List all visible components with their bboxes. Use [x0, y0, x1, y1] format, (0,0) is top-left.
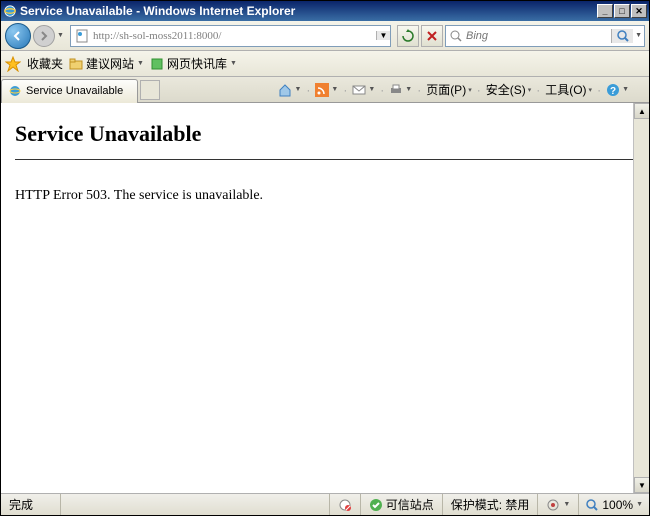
fav-suggested-sites[interactable]: 建议网站 ▼ — [69, 55, 144, 72]
trusted-check-icon — [369, 498, 383, 512]
help-icon: ? — [606, 83, 620, 97]
search-dropdown[interactable]: ▼ — [633, 32, 644, 39]
status-privacy[interactable]: ▼ — [538, 494, 579, 515]
window-titlebar: Service Unavailable - Windows Internet E… — [1, 1, 649, 21]
url-input[interactable] — [93, 30, 376, 42]
page-icon — [74, 28, 90, 44]
page-divider — [15, 159, 635, 160]
ie-page-icon — [8, 84, 22, 98]
magnifier-icon — [616, 29, 630, 43]
fav-item-label: 网页快讯库 — [167, 55, 227, 72]
mail-icon — [352, 83, 366, 97]
scroll-down-button[interactable]: ▼ — [634, 477, 649, 493]
refresh-icon — [401, 29, 415, 43]
arrow-left-icon — [12, 30, 24, 42]
search-input[interactable] — [466, 30, 611, 42]
status-bar: 完成 可信站点 保护模式: 禁用 ▼ 100% ▼ — [1, 493, 649, 515]
folder-icon — [69, 57, 83, 71]
svg-text:?: ? — [610, 86, 616, 97]
navigation-bar: ▼ ▼ ▼ — [1, 21, 649, 51]
favorites-bar: 收藏夹 建议网站 ▼ 网页快讯库 ▼ — [1, 51, 649, 77]
close-button[interactable]: ✕ — [631, 4, 647, 18]
page-menu[interactable]: 页面(P)▾ — [424, 80, 474, 99]
ie-logo-icon — [3, 4, 17, 18]
url-dropdown[interactable]: ▼ — [376, 31, 390, 40]
navhistory-dropdown[interactable]: ▼ — [57, 32, 64, 39]
favorites-label[interactable]: 收藏夹 — [27, 55, 63, 72]
status-popup-blocker[interactable] — [330, 494, 361, 515]
forward-button[interactable] — [33, 25, 55, 47]
status-protected-mode[interactable]: 保护模式: 禁用 — [443, 494, 539, 515]
globe-blocked-icon — [338, 498, 352, 512]
privacy-icon — [546, 498, 560, 512]
search-provider-icon — [449, 29, 463, 43]
status-spacer — [61, 494, 330, 515]
minimize-button[interactable]: _ — [597, 4, 613, 18]
print-button[interactable]: ▼ — [387, 82, 414, 98]
zoom-value: 100% — [602, 498, 633, 512]
arrow-right-icon — [38, 30, 50, 42]
error-message: HTTP Error 503. The service is unavailab… — [15, 188, 635, 204]
status-trusted-sites[interactable]: 可信站点 — [361, 494, 443, 515]
stop-icon — [425, 29, 439, 43]
content-area: Service Unavailable HTTP Error 503. The … — [1, 103, 649, 493]
command-bar: ▼ · ▼ · ▼ · ▼ · 页面(P)▾ · 安全(S)▾ · 工具(O)▾… — [276, 80, 649, 99]
tools-menu[interactable]: 工具(O)▾ — [543, 80, 594, 99]
scroll-up-button[interactable]: ▲ — [634, 103, 649, 119]
status-done: 完成 — [1, 494, 61, 515]
address-bar[interactable]: ▼ — [70, 25, 391, 47]
favorites-star-icon[interactable] — [5, 56, 21, 72]
help-button[interactable]: ?▼ — [604, 82, 631, 98]
status-protected-label: 保护模式: 禁用 — [451, 496, 530, 513]
tab-active[interactable]: Service Unavailable — [1, 79, 138, 103]
fav-item-label: 建议网站 — [86, 55, 134, 72]
search-go-button[interactable] — [611, 29, 633, 43]
home-button[interactable]: ▼ — [276, 82, 303, 98]
maximize-button[interactable]: □ — [614, 4, 630, 18]
window-title: Service Unavailable - Windows Internet E… — [20, 4, 597, 18]
new-tab-button[interactable] — [140, 80, 160, 100]
fav-web-slices[interactable]: 网页快讯库 ▼ — [150, 55, 237, 72]
tab-label: Service Unavailable — [26, 85, 123, 97]
vertical-scrollbar[interactable]: ▲ ▼ — [633, 103, 649, 493]
page-heading: Service Unavailable — [15, 121, 635, 147]
tab-bar: Service Unavailable ▼ · ▼ · ▼ · ▼ · 页面(P… — [1, 77, 649, 103]
feeds-button[interactable]: ▼ — [313, 82, 340, 98]
stop-button[interactable] — [421, 25, 443, 47]
rss-icon — [315, 83, 329, 97]
mail-button[interactable]: ▼ — [350, 82, 377, 98]
zoom-control[interactable]: 100% ▼ — [579, 498, 649, 512]
status-trusted-label: 可信站点 — [386, 496, 434, 513]
search-bar[interactable]: ▼ — [445, 25, 645, 47]
print-icon — [389, 83, 403, 97]
safety-menu[interactable]: 安全(S)▾ — [484, 80, 534, 99]
back-button[interactable] — [5, 23, 31, 49]
refresh-button[interactable] — [397, 25, 419, 47]
zoom-icon — [585, 498, 599, 512]
webslice-icon — [150, 57, 164, 71]
home-icon — [278, 83, 292, 97]
